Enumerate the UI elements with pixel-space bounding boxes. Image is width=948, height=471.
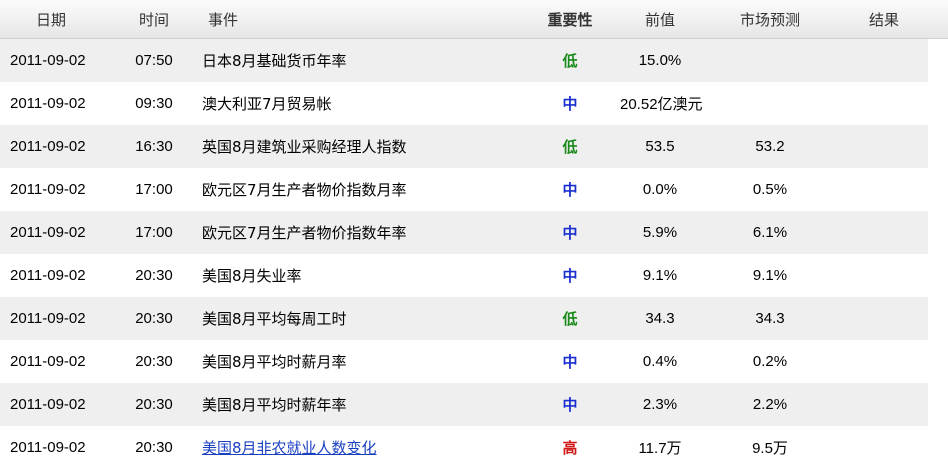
cell-date: 2011-09-02: [10, 224, 86, 241]
cell-date: 2011-09-02: [10, 138, 86, 155]
header-event: 事件: [208, 10, 239, 29]
cell-forecast: 6.1%: [752, 224, 788, 241]
header-previous: 前值: [644, 10, 675, 29]
header-forecast: 市场预测: [739, 10, 800, 29]
importance-badge: 低: [562, 310, 578, 328]
cell-forecast: 53.2: [755, 138, 785, 155]
table-row: 2011-09-02 20:30 美国8月失业率 中 9.1% 9.1%: [0, 254, 948, 297]
cell-event: 美国8月非农就业人数变化: [190, 437, 520, 458]
cell-time: 09:30: [135, 95, 173, 112]
row-empty-space: [928, 254, 948, 297]
row-empty-space: [928, 383, 948, 426]
cell-previous: 15.0%: [638, 52, 682, 69]
cell-event: 美国8月平均每周工时: [202, 310, 347, 328]
cell-date: 2011-09-02: [10, 396, 86, 413]
row-cells: 2011-09-02 09:30 澳大利亚7月贸易帐 中 20.52亿澳元: [0, 82, 928, 125]
cell-time: 20:30: [135, 310, 173, 327]
cell-previous: 20.52亿澳元: [620, 96, 703, 113]
table-row: 2011-09-02 17:00 欧元区7月生产者物价指数月率 中 0.0% 0.5%: [0, 168, 948, 211]
cell-previous: 34.3: [645, 310, 675, 327]
row-empty-space: [928, 125, 948, 168]
cell-time: 20:30: [135, 396, 173, 413]
header-result: 结果: [868, 10, 899, 29]
cell-forecast: 0.5%: [752, 181, 788, 198]
importance-badge: 低: [562, 52, 578, 70]
row-empty-space: [928, 340, 948, 383]
importance-badge: 低: [562, 138, 578, 156]
table-row: 2011-09-02 17:00 欧元区7月生产者物价指数年率 中 5.9% 6.1%: [0, 211, 948, 254]
cell-time: 20:30: [135, 267, 173, 284]
row-cells: 2011-09-02 16:30 英国8月建筑业采购经理人指数 低 53.5 53.2: [0, 125, 928, 168]
row-empty-space: [928, 82, 948, 125]
row-cells: 2011-09-02 07:50 日本8月基础货币年率 低 15.0%: [0, 39, 928, 82]
cell-event: 美国8月失业率: [202, 267, 302, 285]
cell-event: 欧元区7月生产者物价指数月率: [202, 181, 407, 199]
cell-time: 17:00: [135, 224, 173, 241]
cell-forecast: 34.3: [755, 310, 785, 327]
cell-previous: 5.9%: [642, 224, 678, 241]
cell-date: 2011-09-02: [10, 52, 86, 69]
cell-forecast: 0.2%: [752, 353, 788, 370]
importance-badge: 中: [562, 396, 578, 414]
event-link[interactable]: 美国8月非农就业人数变化: [202, 439, 377, 457]
table-row: 2011-09-02 20:30 美国8月非农就业人数变化 高 11.7万 9.5万: [0, 426, 948, 469]
table-header: 日期 时间 事件 重要性 前值 市场预测 结果: [0, 0, 948, 39]
importance-badge: 中: [562, 267, 578, 285]
row-empty-space: [928, 39, 948, 82]
row-cells: 2011-09-02 20:30 美国8月平均每周工时 低 34.3 34.3: [0, 297, 928, 340]
row-cells: 2011-09-02 17:00 欧元区7月生产者物价指数年率 中 5.9% 6.1%: [0, 211, 928, 254]
row-cells: 2011-09-02 20:30 美国8月非农就业人数变化 高 11.7万 9.5万: [0, 426, 928, 469]
cell-previous: 11.7万: [638, 440, 682, 457]
cell-time: 20:30: [135, 353, 173, 370]
table-row: 2011-09-02 16:30 英国8月建筑业采购经理人指数 低 53.5 53.2: [0, 125, 948, 168]
row-cells: 2011-09-02 17:00 欧元区7月生产者物价指数月率 中 0.0% 0.5%: [0, 168, 928, 211]
cell-date: 2011-09-02: [10, 95, 86, 112]
cell-event: 美国8月平均时薪年率: [202, 396, 347, 414]
cell-previous: 9.1%: [642, 267, 678, 284]
header-time: 时间: [138, 10, 169, 29]
cell-time: 17:00: [135, 181, 173, 198]
cell-event: 澳大利亚7月贸易帐: [202, 95, 332, 113]
row-cells: 2011-09-02 20:30 美国8月平均时薪月率 中 0.4% 0.2%: [0, 340, 928, 383]
cell-event: 英国8月建筑业采购经理人指数: [202, 138, 407, 156]
cell-time: 16:30: [135, 138, 173, 155]
row-empty-space: [928, 297, 948, 340]
importance-badge: 中: [562, 224, 578, 242]
cell-previous: 0.4%: [642, 353, 678, 370]
row-cells: 2011-09-02 20:30 美国8月失业率 中 9.1% 9.1%: [0, 254, 928, 297]
table-row: 2011-09-02 20:30 美国8月平均时薪年率 中 2.3% 2.2%: [0, 383, 948, 426]
table-row: 2011-09-02 09:30 澳大利亚7月贸易帐 中 20.52亿澳元: [0, 82, 948, 125]
row-cells: 2011-09-02 20:30 美国8月平均时薪年率 中 2.3% 2.2%: [0, 383, 928, 426]
cell-event: 日本8月基础货币年率: [202, 52, 347, 70]
table-row: 2011-09-02 20:30 美国8月平均每周工时 低 34.3 34.3: [0, 297, 948, 340]
importance-badge: 中: [562, 181, 578, 199]
cell-previous: 0.0%: [642, 181, 678, 198]
row-empty-space: [928, 168, 948, 211]
cell-previous: 2.3%: [642, 396, 678, 413]
economic-calendar-table: 日期 时间 事件 重要性 前值 市场预测 结果 2011-09-02 07:50 日…: [0, 0, 948, 469]
cell-forecast: 9.1%: [752, 267, 788, 284]
table-body: 2011-09-02 07:50 日本8月基础货币年率低 15.0% 2011-09-0…: [0, 39, 948, 469]
importance-badge: 高: [562, 439, 578, 457]
header-date: 日期: [36, 10, 67, 29]
importance-badge: 中: [562, 95, 578, 113]
cell-forecast: 2.2%: [752, 396, 788, 413]
cell-date: 2011-09-02: [10, 310, 86, 327]
cell-date: 2011-09-02: [10, 353, 86, 370]
cell-event: 欧元区7月生产者物价指数年率: [202, 224, 407, 242]
cell-date: 2011-09-02: [10, 181, 86, 198]
row-empty-space: [928, 211, 948, 254]
header-importance: 重要性: [547, 10, 593, 29]
cell-date: 2011-09-02: [10, 439, 86, 456]
row-empty-space: [928, 426, 948, 469]
table-row: 2011-09-02 07:50 日本8月基础货币年率 低 15.0%: [0, 39, 948, 82]
importance-badge: 中: [562, 353, 578, 371]
cell-event: 美国8月平均时薪月率: [202, 353, 347, 371]
cell-forecast: 9.5万: [752, 440, 788, 457]
cell-time: 07:50: [135, 52, 173, 69]
cell-date: 2011-09-02: [10, 267, 86, 284]
cell-time: 20:30: [135, 439, 173, 456]
cell-previous: 53.5: [645, 138, 675, 155]
table-row: 2011-09-02 20:30 美国8月平均时薪月率 中 0.4% 0.2%: [0, 340, 948, 383]
